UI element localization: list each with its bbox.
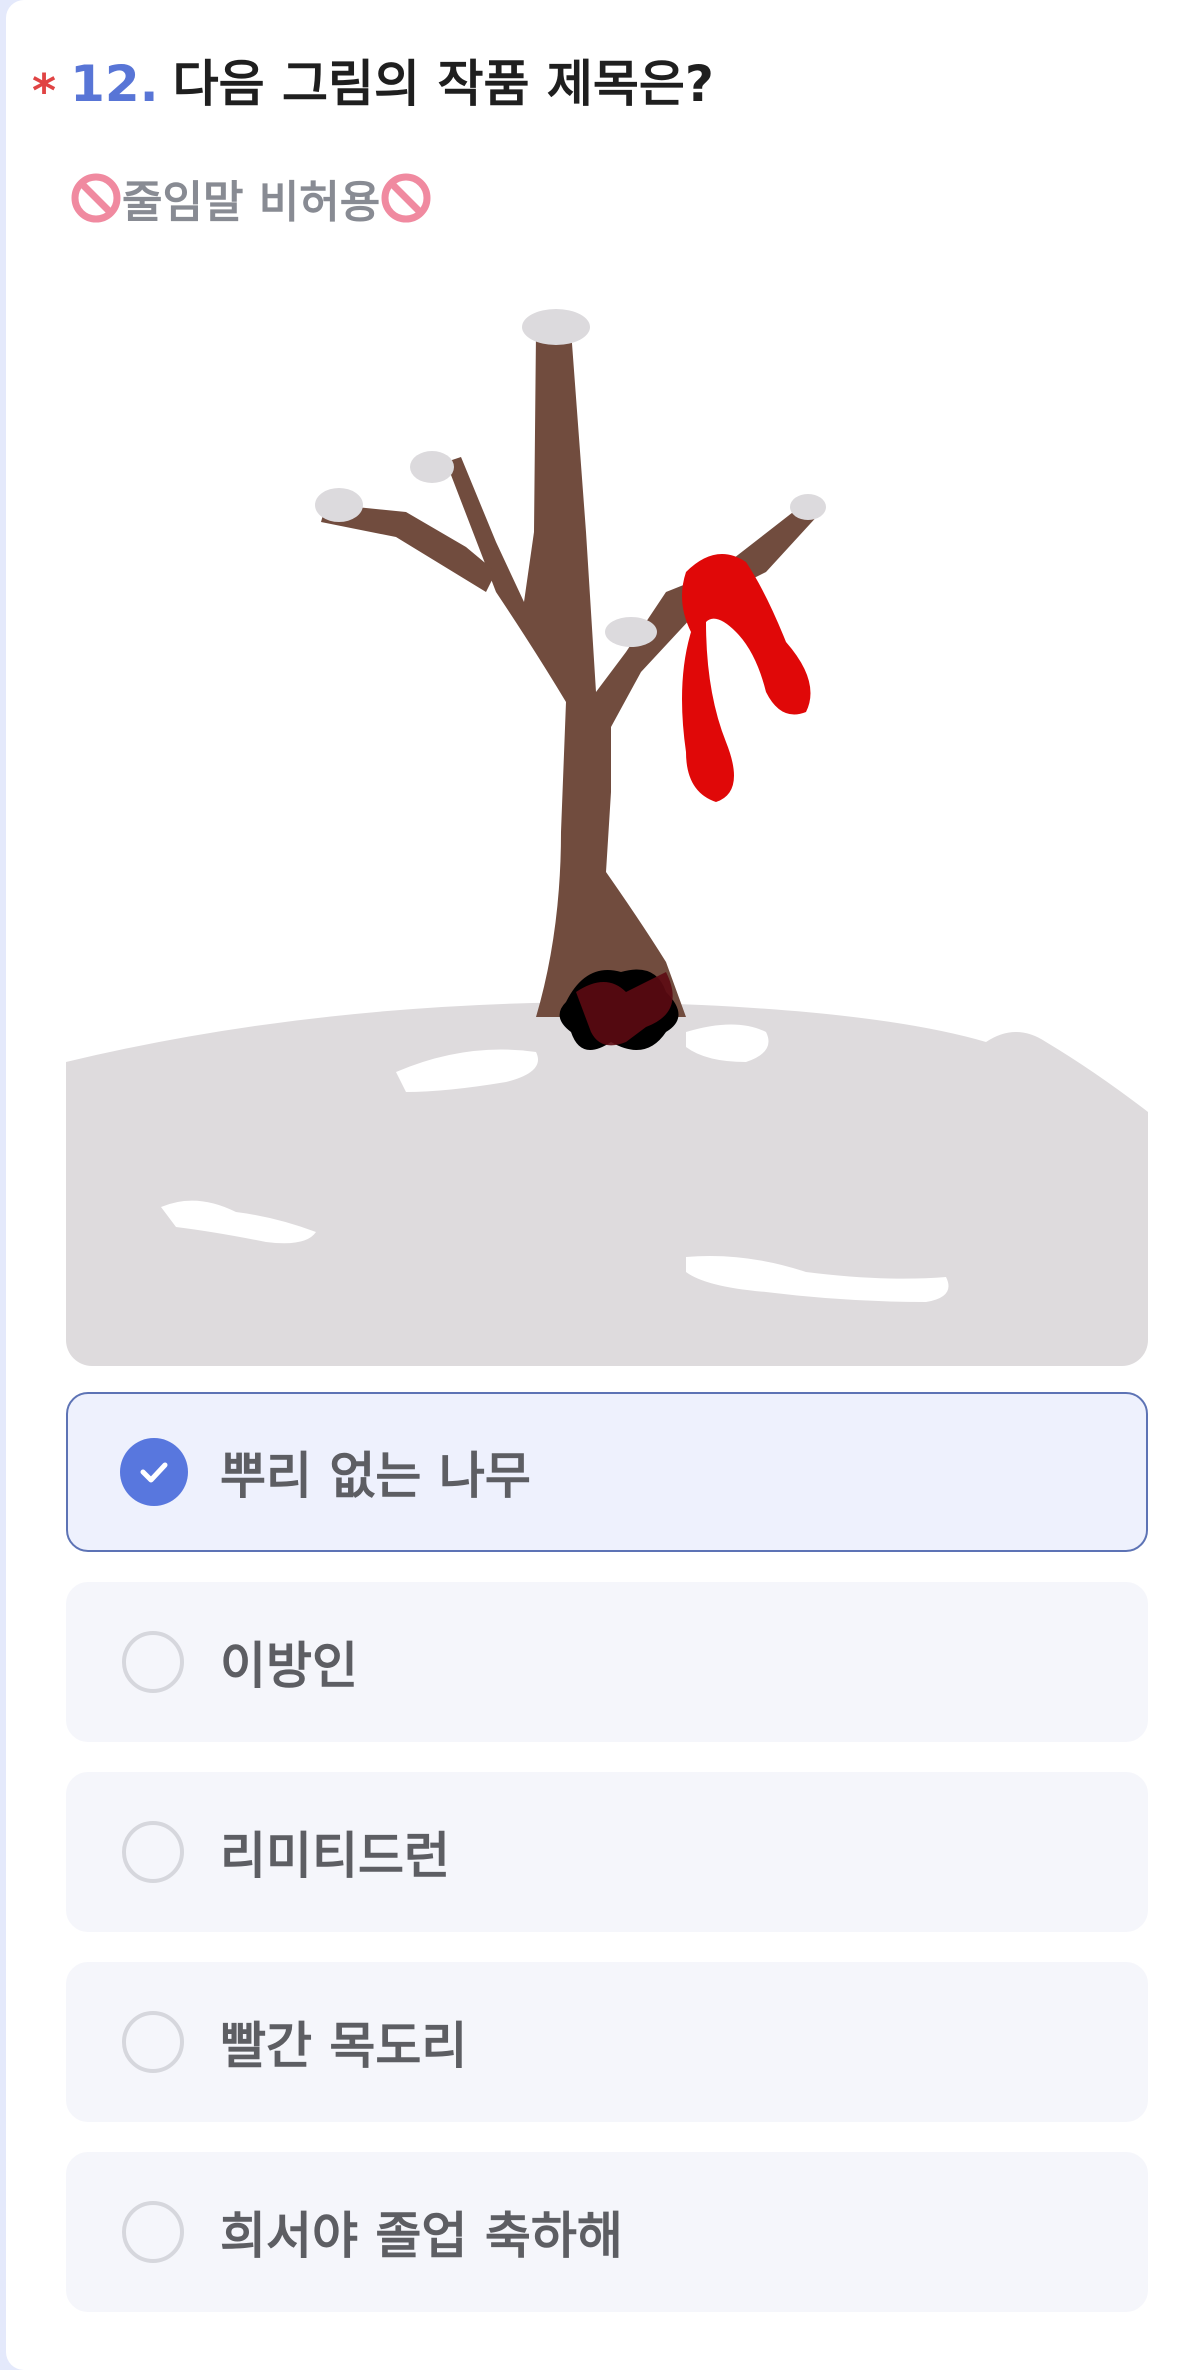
radio-unchecked-icon[interactable] [122,1821,184,1883]
answer-option-label: 뿌리 없는 나무 [220,1447,531,1505]
required-mark: * [32,64,57,118]
answer-option-label: 희서야 졸업 축하해 [220,2207,623,2265]
radio-unchecked-icon[interactable] [122,2011,184,2073]
radio-unchecked-icon[interactable] [122,2201,184,2263]
answer-option[interactable]: 이방인 [66,1582,1148,1742]
radio-checked-icon[interactable] [120,1438,188,1506]
snowy-tree-illustration [66,272,1148,1366]
answer-option[interactable]: 리미티드런 [66,1772,1148,1932]
answer-option[interactable]: 희서야 졸업 축하해 [66,2152,1148,2312]
answer-option[interactable]: 빨간 목도리 [66,1962,1148,2122]
subtitle-text: 줄임말 비허용 [122,177,381,228]
radio-unchecked-icon[interactable] [122,1631,184,1693]
answer-option-label: 리미티드런 [220,1827,450,1885]
checkmark-icon [140,1462,168,1483]
question-subtitle: 줄임말 비허용 [70,166,432,230]
question-card: * 12. 다음 그림의 작품 제목은? 줄임말 비허용 뿌리 없는 나무 이방… [6,0,1200,2370]
answer-option-label: 이방인 [220,1637,358,1695]
prohibited-icon [381,173,431,223]
question-title: * 12. 다음 그림의 작품 제목은? [32,44,714,118]
question-text: 다음 그림의 작품 제목은? [172,55,714,113]
question-number: 12. [70,55,159,113]
answer-option-label: 빨간 목도리 [220,2017,468,2075]
answer-options: 뿌리 없는 나무 이방인 리미티드런 빨간 목도리 희서야 졸업 축하해 [66,1392,1148,2342]
prohibited-icon [71,173,121,223]
answer-option[interactable]: 뿌리 없는 나무 [66,1392,1148,1552]
